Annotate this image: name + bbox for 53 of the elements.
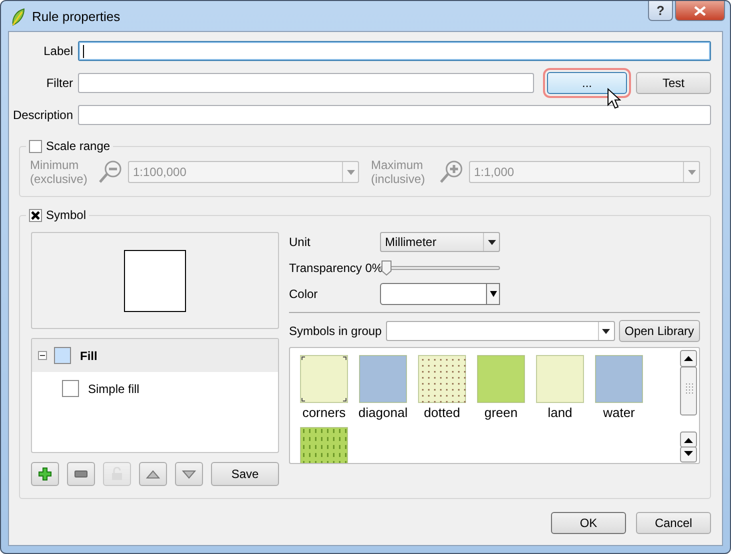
label-field[interactable] xyxy=(78,41,711,61)
help-button[interactable]: ? xyxy=(648,1,673,21)
dropdown-icon xyxy=(490,290,496,298)
field-label: Symbols in group xyxy=(289,324,382,338)
add-button[interactable] xyxy=(31,462,59,486)
group-title: Symbol xyxy=(46,208,86,222)
collapse-icon xyxy=(38,351,47,360)
move-up-button[interactable] xyxy=(139,462,167,486)
filter-field[interactable] xyxy=(78,73,534,93)
move-down-button[interactable] xyxy=(175,462,203,486)
color-button[interactable] xyxy=(380,283,500,305)
symbol-name[interactable]: diagonal xyxy=(359,405,407,420)
zoom-out-icon xyxy=(98,160,122,184)
tree-item[interactable]: Fill xyxy=(32,339,278,372)
close-icon xyxy=(694,6,706,16)
symbol-name[interactable]: dotted xyxy=(418,405,466,420)
remove-button[interactable] xyxy=(67,462,95,486)
pointer-icon xyxy=(607,88,621,110)
scrollbar[interactable] xyxy=(680,350,697,463)
field-label: Filter xyxy=(45,76,73,90)
window-title: Rule properties xyxy=(32,9,120,24)
dropdown-icon xyxy=(688,170,696,174)
tree-item[interactable]: Simple fill xyxy=(32,372,278,405)
group-combo[interactable] xyxy=(386,321,615,341)
description-field[interactable] xyxy=(78,105,711,125)
check-icon xyxy=(31,210,40,220)
dropdown-icon xyxy=(602,328,610,334)
field-label: Description xyxy=(12,108,73,122)
scale-label: Minimum (exclusive) xyxy=(30,158,88,186)
checkbox[interactable] xyxy=(29,208,42,222)
close-button[interactable] xyxy=(675,1,725,21)
dialog-button[interactable]: OK xyxy=(551,512,626,534)
unit-combo[interactable]: Millimeter xyxy=(380,232,500,252)
scale-label: Maximum (inclusive) xyxy=(371,158,426,186)
symbol-name[interactable]: land xyxy=(536,405,584,420)
field-label: Label xyxy=(42,44,73,58)
dropdown-icon xyxy=(488,240,496,244)
field-label: Unit xyxy=(289,235,312,249)
group-title: Scale range xyxy=(46,139,110,153)
symbol-name[interactable]: corners xyxy=(300,405,348,420)
zoom-in-icon xyxy=(439,160,463,184)
dialog-button[interactable]: Cancel xyxy=(636,512,711,534)
symbol-preview xyxy=(124,250,186,312)
dropdown-icon xyxy=(346,170,354,174)
slider-thumb[interactable] xyxy=(381,260,392,276)
add-icon xyxy=(38,467,52,481)
leaf-icon xyxy=(10,8,26,26)
symbol-name[interactable]: water xyxy=(595,405,643,420)
test-button[interactable]: Test xyxy=(636,72,711,94)
open-library-button[interactable]: Open Library xyxy=(618,320,700,342)
symbol-name[interactable]: green xyxy=(477,405,525,420)
field-label: Color xyxy=(289,287,319,301)
save-button[interactable]: Save xyxy=(211,462,279,486)
